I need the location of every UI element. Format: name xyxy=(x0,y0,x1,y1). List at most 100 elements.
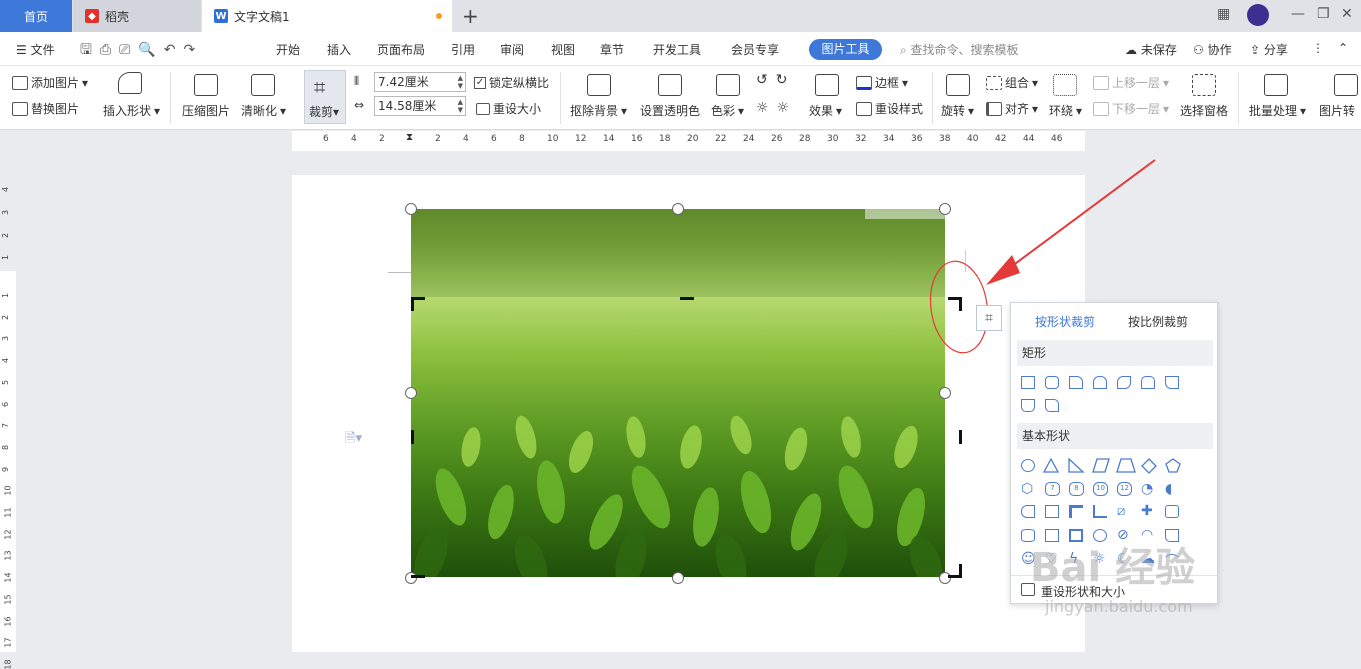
group-button[interactable]: 组合 ▾ xyxy=(986,74,1038,91)
shape-right-triangle-icon[interactable] xyxy=(1068,458,1085,473)
menu-review[interactable]: 审阅 xyxy=(500,41,524,58)
shape-decagon-icon[interactable]: 10 xyxy=(1093,482,1108,496)
resize-handle[interactable] xyxy=(405,387,417,399)
add-picture-button[interactable]: 添加图片 ▾ xyxy=(12,74,88,91)
grid-view-icon[interactable]: ▦ xyxy=(1217,6,1230,22)
crop-options-button[interactable]: ⌗ xyxy=(976,305,1002,331)
rotate-picture-icons[interactable]: ↺↻ xyxy=(756,72,795,88)
shape-parallelogram-icon[interactable] xyxy=(1092,458,1110,473)
add-tab-button[interactable]: + xyxy=(462,4,479,28)
picture-convert-button[interactable]: 图片转 xyxy=(1319,102,1355,119)
menu-view[interactable]: 视图 xyxy=(551,41,575,58)
tab-crop-by-ratio[interactable]: 按比例裁剪 xyxy=(1128,313,1188,330)
shape-pentagon-icon[interactable] xyxy=(1165,458,1181,473)
wrap-button[interactable]: 环绕 ▾ xyxy=(1049,102,1082,119)
command-search-input[interactable]: ⌕ 查找命令、搜索模板 xyxy=(900,41,1019,58)
shape-rectangle-icon[interactable] xyxy=(1021,376,1035,389)
crop-handle-right[interactable] xyxy=(959,430,962,444)
horizontal-ruler[interactable]: 6 4 2 2 4 6 8 10 12 14 16 18 20 22 24 26 28 30 32 34 36 38 40 4… xyxy=(0,131,1361,151)
tab-picture-tools[interactable]: 图片工具 xyxy=(809,39,882,60)
paragraph-layout-icon[interactable]: 🗎▾ xyxy=(345,429,362,451)
restore-icon[interactable]: ❐ xyxy=(1317,6,1330,22)
reset-style-button[interactable]: 重设样式 xyxy=(856,100,923,117)
shape-snip-same-side-icon[interactable] xyxy=(1141,376,1155,389)
share-button[interactable]: ⇪ 分享 xyxy=(1250,41,1288,58)
close-icon[interactable]: ✕ xyxy=(1341,6,1353,22)
minimize-icon[interactable]: — xyxy=(1291,6,1305,22)
menu-start[interactable]: 开始 xyxy=(276,41,300,58)
width-spinner-icon[interactable]: ▲ ▼ xyxy=(458,98,463,114)
avatar[interactable] xyxy=(1247,4,1269,26)
collab-button[interactable]: ⚇ 协作 xyxy=(1193,41,1232,58)
send-backward-button[interactable]: 下移一层 ▾ xyxy=(1093,100,1169,117)
align-button[interactable]: 对齐 ▾ xyxy=(986,100,1038,117)
vertical-ruler[interactable]: 4 3 2 1 1 2 3 4 5 6 7 8 9 10 11 12 13 14 15 16 17 18 xyxy=(0,151,16,669)
tab-crop-by-shape[interactable]: 按形状裁剪 xyxy=(1035,313,1095,330)
menu-chapter[interactable]: 章节 xyxy=(600,41,624,58)
shape-heptagon-icon[interactable]: 7 xyxy=(1045,482,1060,496)
shape-diagonal-round-icon[interactable] xyxy=(1117,376,1131,389)
more-icon[interactable]: ⋮ xyxy=(1312,41,1324,55)
menu-insert[interactable]: 插入 xyxy=(327,41,351,58)
shape-teardrop-icon[interactable]: ◖ xyxy=(1165,481,1172,497)
selection-pane-button[interactable]: 选择窗格 xyxy=(1180,102,1228,119)
indent-marker-icon[interactable]: ⧗ xyxy=(406,132,413,143)
replace-picture-button[interactable]: 替换图片 xyxy=(12,100,79,117)
shape-diamond-icon[interactable] xyxy=(1141,458,1157,474)
shape-hexagon-icon[interactable]: ⬡ xyxy=(1021,481,1033,497)
vertical-scrollbar[interactable] xyxy=(1352,131,1361,652)
resize-handle[interactable] xyxy=(405,572,417,584)
menu-developer[interactable]: 开发工具 xyxy=(653,41,701,58)
shape-frame-icon[interactable] xyxy=(1045,505,1059,518)
height-spinner-icon[interactable]: ▲ ▼ xyxy=(458,74,463,90)
quick-access-icons[interactable]: 🖫⎙⎚🔍↶↷ xyxy=(80,39,203,63)
menu-reference[interactable]: 引用 xyxy=(451,41,475,58)
rotate-button[interactable]: 旋转 ▾ xyxy=(941,102,974,119)
shape-round-top-icon[interactable] xyxy=(1093,376,1107,389)
border-button[interactable]: 边框 ▾ xyxy=(856,74,908,91)
resize-handle[interactable] xyxy=(405,203,417,215)
effects-button[interactable]: 效果 ▾ xyxy=(809,102,842,119)
tab-home[interactable]: 首页 xyxy=(0,0,72,32)
shape-half-frame-icon[interactable] xyxy=(1069,505,1083,518)
reset-size-button[interactable]: 重设大小 xyxy=(476,100,541,117)
remove-bg-button[interactable]: 抠除背景 ▾ xyxy=(570,102,627,119)
shape-dodecagon-icon[interactable]: 12 xyxy=(1117,482,1132,496)
brightness-icons[interactable]: ☼☼ xyxy=(756,100,797,116)
resize-handle[interactable] xyxy=(672,203,684,215)
shape-triangle-icon[interactable] xyxy=(1043,458,1060,473)
menu-file[interactable]: ☰ 文件 xyxy=(16,41,55,58)
shape-round-bottom-icon[interactable] xyxy=(1021,399,1035,412)
shape-l-shape-icon[interactable] xyxy=(1093,505,1107,518)
bring-forward-button[interactable]: 上移一层 ▾ xyxy=(1093,74,1169,91)
shape-octagon-icon[interactable]: 8 xyxy=(1069,482,1084,496)
width-field[interactable]: 14.58厘米 ▲ ▼ xyxy=(374,96,466,116)
shape-trapezoid-icon[interactable] xyxy=(1116,458,1136,473)
shape-oval-icon[interactable] xyxy=(1021,459,1035,472)
crop-handle-left[interactable] xyxy=(411,430,414,444)
unsaved-button[interactable]: ☁ 未保存 xyxy=(1125,41,1177,58)
tea-plants-picture[interactable] xyxy=(411,297,945,577)
shape-plus-icon[interactable]: ✚ xyxy=(1141,503,1153,519)
set-transparent-button[interactable]: 设置透明色 xyxy=(640,102,700,119)
tab-daoke[interactable]: ◆ 稻壳 xyxy=(73,0,201,32)
resize-handle[interactable] xyxy=(939,572,951,584)
shape-rounded-rectangle-icon[interactable] xyxy=(1045,376,1059,389)
resize-handle[interactable] xyxy=(939,387,951,399)
shape-snip-diagonal-icon[interactable] xyxy=(1165,376,1179,389)
compress-picture-button[interactable]: 压缩图片 xyxy=(182,102,230,119)
batch-button[interactable]: 批量处理 ▾ xyxy=(1249,102,1306,119)
lock-ratio-checkbox[interactable]: ✓ 锁定纵横比 xyxy=(474,74,549,91)
crop-handle-top[interactable] xyxy=(680,297,694,300)
menu-page-layout[interactable]: 页面布局 xyxy=(377,41,425,58)
shape-pie-icon[interactable]: ◔ xyxy=(1141,481,1153,497)
shape-diagonal-stripe-icon[interactable]: ⧄ xyxy=(1117,504,1125,519)
tab-document[interactable]: W 文字文稿1 xyxy=(202,0,452,32)
sharpen-button[interactable]: 清晰化 ▾ xyxy=(241,102,286,119)
color-button[interactable]: 色彩 ▾ xyxy=(711,102,744,119)
shape-round-diagonal-icon[interactable] xyxy=(1045,399,1059,412)
shape-chord-icon[interactable] xyxy=(1021,505,1035,518)
height-field[interactable]: 7.42厘米 ▲ ▼ xyxy=(374,72,466,92)
crop-button[interactable]: ⌗ 裁剪▾ xyxy=(304,70,346,124)
resize-handle[interactable] xyxy=(672,572,684,584)
